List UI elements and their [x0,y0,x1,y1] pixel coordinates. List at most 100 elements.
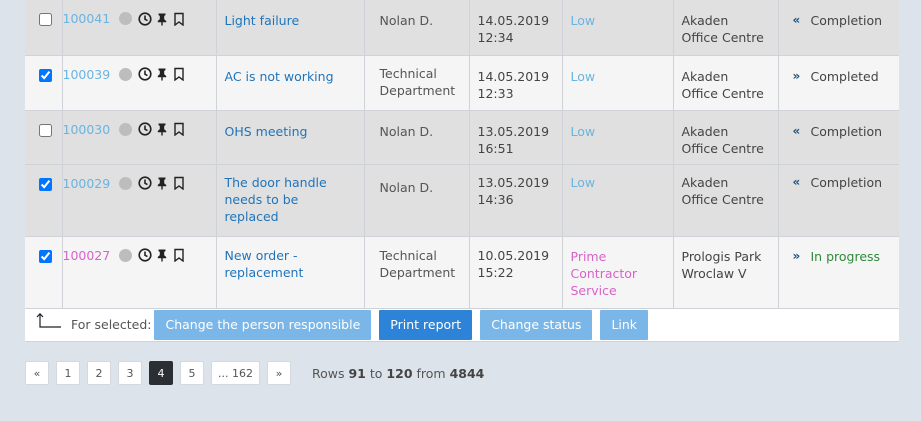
double-chevron-right-icon: » [792,248,801,263]
link-button[interactable]: Link [600,309,649,340]
double-chevron-left-icon: « [792,123,801,138]
row-checkbox[interactable] [39,13,52,26]
clock-icon[interactable] [137,11,152,26]
double-chevron-right-icon: » [792,68,801,83]
location-line: Wroclaw V [681,265,747,281]
status-dot-icon [118,67,132,81]
row-checkbox[interactable] [39,177,52,191]
clock-icon[interactable] [137,122,152,136]
subject-line: needs to be [224,191,299,207]
row-checkbox[interactable] [39,68,52,82]
pagination-last-page-button[interactable]: ... 162 [211,361,260,385]
table-row[interactable]: 100041 Light failure Nolan D. 14.05.2019… [25,0,899,56]
person-responsible-line: Technical [379,65,437,81]
ticket-id-link[interactable]: 100030 [63,122,119,137]
ticket-id-link[interactable]: 100039 [63,67,119,82]
pin-icon[interactable] [155,122,169,136]
date-value: 14.05.2019 [477,13,550,28]
double-chevron-left-icon: « [792,174,801,189]
ticket-subject-link[interactable]: AC is not working [217,56,364,85]
person-responsible: Nolan D. [379,13,434,28]
time-value: 12:33 [477,85,514,101]
tickets-table: 100041 Light failure Nolan D. 14.05.2019… [25,0,899,309]
for-selected-label: For selected: [71,317,152,332]
status-label: Completion [810,174,883,190]
bookmark-icon[interactable] [172,67,186,81]
time-value: 14:36 [477,191,514,207]
clock-icon[interactable] [137,176,152,190]
print-report-button[interactable]: Print report [379,309,473,340]
pagination-next-button[interactable]: » [266,361,291,385]
priority-line: Prime [570,248,607,264]
bookmark-icon[interactable] [172,248,186,262]
ticket-subject-link[interactable]: New order - replacement [217,237,364,281]
date-value: 13.05.2019 [477,174,550,190]
row-checkbox[interactable] [39,249,52,263]
status-dot-icon [118,176,132,190]
status-dot-icon [118,12,132,25]
priority-line: Service [570,282,617,298]
clock-icon[interactable] [137,67,152,81]
ticket-subject-link[interactable]: Light failure [217,0,364,29]
ticket-id-link[interactable]: 100027 [63,248,119,263]
location-line: Prologis Park [681,248,762,264]
tickets-panel: 100041 Light failure Nolan D. 14.05.2019… [25,0,899,342]
pin-icon[interactable] [155,176,169,190]
change-person-button[interactable]: Change the person responsible [154,309,372,340]
bookmark-icon[interactable] [172,176,186,190]
rows-from-word: from [416,365,446,381]
person-responsible: Nolan D. [379,123,434,139]
ticket-id-link[interactable]: 100041 [63,11,119,26]
pin-icon[interactable] [155,12,169,26]
bookmark-icon[interactable] [172,12,186,26]
pagination-page-button[interactable]: 1 [56,361,80,385]
priority-value: Prime Contractor Service [563,237,673,299]
pagination: « 1 2 3 4 5 ... 162 » Rows 91 to 120 fro… [25,361,484,385]
status-label: Completed [810,68,879,84]
row-checkbox[interactable] [39,123,52,137]
subject-line: The door handle [224,174,327,190]
table-row[interactable]: 100029 The door handle needs to be replace… [25,164,899,237]
person-responsible-line: Department [379,264,456,280]
priority-value: Low [570,174,596,190]
location-line: Office Centre [681,85,764,101]
date-value: 13.05.2019 [477,123,550,139]
status-dot-icon [118,122,132,136]
table-row[interactable]: 100039 AC is not working Technical Depart… [25,55,899,111]
location-line: Akaden [681,68,729,84]
priority-value: Low [570,68,596,84]
pagination-page-button-active[interactable]: 4 [149,361,173,385]
pagination-page-button[interactable]: 5 [180,361,204,385]
status-label: Completion [810,123,883,139]
rows-from-value: 91 [348,365,366,381]
bulk-action-toolbar: For selected: Change the person responsi… [25,308,899,342]
table-row[interactable]: 100027 New order - replacement Technical D… [25,236,899,309]
status-dot-icon [118,248,132,262]
status-label: Completion [810,13,883,28]
pagination-page-button[interactable]: 2 [87,361,111,385]
priority-value: Low [570,123,596,139]
date-value: 10.05.2019 [477,247,550,263]
table-row[interactable]: 100030 OHS meeting Nolan D. 13.05.2019 16… [25,110,899,165]
pin-icon[interactable] [155,67,169,81]
bookmark-icon[interactable] [172,122,186,136]
location-line: Office Centre [681,140,764,156]
pagination-prev-button[interactable]: « [25,361,49,385]
change-status-button[interactable]: Change status [480,309,593,340]
rows-to-word: to [369,365,383,381]
double-chevron-left-icon: « [792,13,801,27]
pin-icon[interactable] [155,248,169,262]
time-value: 12:34 [477,30,514,45]
ticket-id-link[interactable]: 100029 [63,176,119,191]
subject-line: New order - [224,247,298,263]
location-line: Akaden [681,174,729,190]
rows-to-value: 120 [386,365,413,381]
ticket-subject-link[interactable]: The door handle needs to be replaced [217,165,364,225]
date-value: 14.05.2019 [477,68,550,84]
person-responsible-line: Department [379,82,456,98]
subject-line: replacement [224,264,304,280]
location-line: Office Centre [681,191,764,207]
ticket-subject-link[interactable]: OHS meeting [217,111,364,140]
clock-icon[interactable] [137,248,152,262]
pagination-page-button[interactable]: 3 [118,361,142,385]
